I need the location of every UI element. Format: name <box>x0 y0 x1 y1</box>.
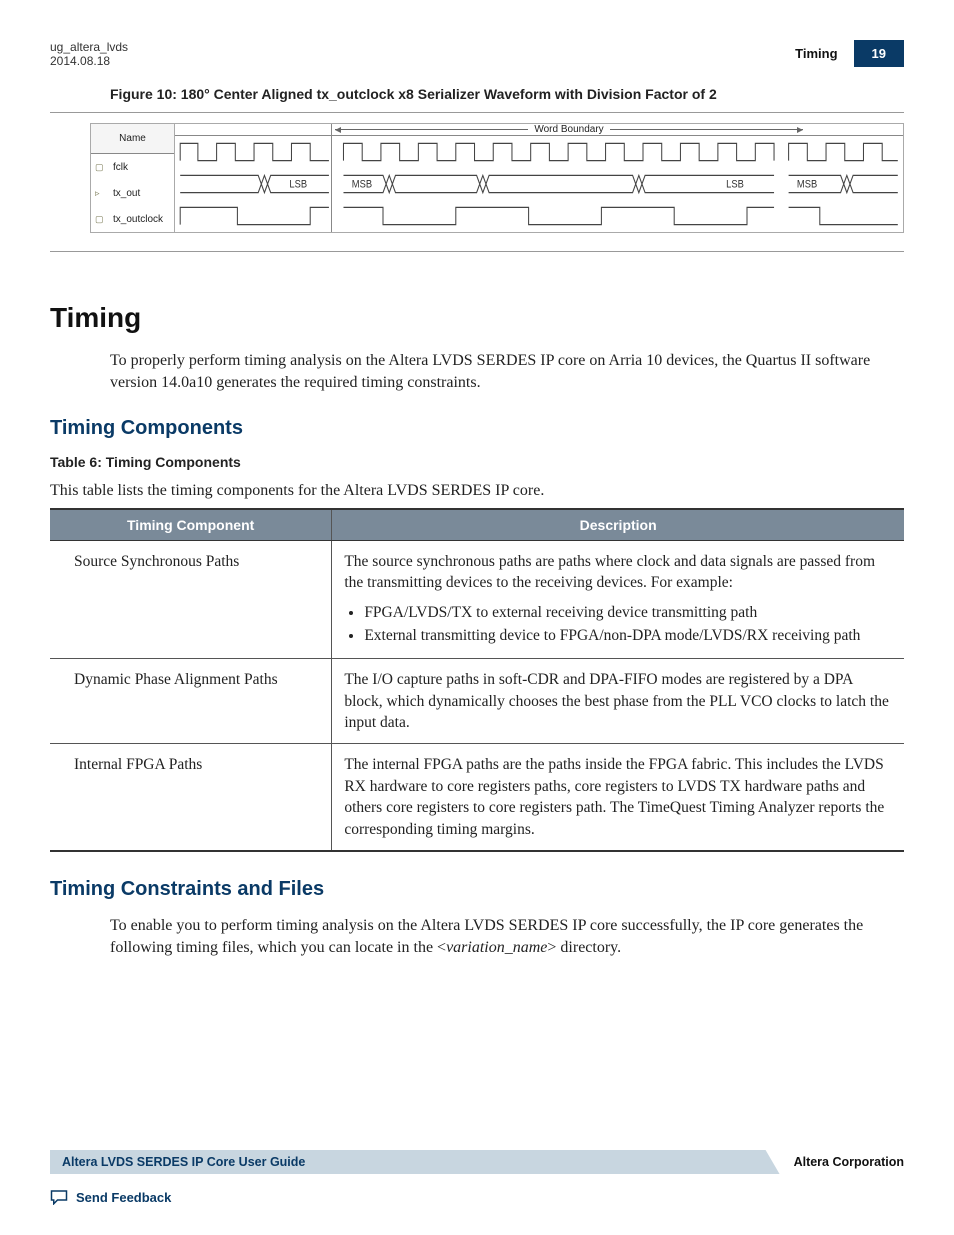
signal-name-txoutclock: ▢tx_outclock <box>91 206 174 232</box>
timing-heading: Timing <box>50 302 904 334</box>
wave-icon: ▢ <box>95 162 104 173</box>
col-description: Description <box>332 509 904 541</box>
svg-text:MSB: MSB <box>797 179 817 191</box>
waveform-txoutclock <box>175 200 903 232</box>
timing-components-heading: Timing Components <box>50 417 904 440</box>
row-name: Internal FPGA Paths <box>50 744 332 851</box>
timing-intro: To properly perform timing analysis on t… <box>110 350 904 395</box>
row-desc: The internal FPGA paths are the paths in… <box>332 744 904 851</box>
waveform-fclk <box>175 136 903 168</box>
word-boundary-label: Word Boundary <box>528 124 609 135</box>
doc-date: 2014.08.18 <box>50 54 128 68</box>
send-feedback-link[interactable]: Send Feedback <box>50 1189 904 1205</box>
constraints-para: To enable you to perform timing analysis… <box>110 915 904 960</box>
list-item: FPGA/LVDS/TX to external receiving devic… <box>364 602 892 623</box>
word-boundary-row: Word Boundary <box>175 124 903 136</box>
doc-id: ug_altera_lvds <box>50 40 128 54</box>
table-row: Internal FPGA Paths The internal FPGA pa… <box>50 744 904 851</box>
waveform-txout: LSB MSB LSB MSB <box>175 168 903 200</box>
row-name: Dynamic Phase Alignment Paths <box>50 659 332 744</box>
row-name: Source Synchronous Paths <box>50 540 332 659</box>
header-right: Timing 19 <box>795 40 904 67</box>
table-row: Source Synchronous Paths The source sync… <box>50 540 904 659</box>
table-row: Dynamic Phase Alignment Paths The I/O ca… <box>50 659 904 744</box>
doc-meta: ug_altera_lvds 2014.08.18 <box>50 40 128 68</box>
wave-icon: ▹ <box>95 188 100 199</box>
svg-text:LSB: LSB <box>726 179 744 191</box>
svg-text:LSB: LSB <box>289 179 307 191</box>
signal-name-txout: ▹tx_out <box>91 180 174 206</box>
signal-name-fclk: ▢fclk <box>91 154 174 180</box>
page-number-badge: 19 <box>854 40 904 67</box>
wave-icon: ▢ <box>95 214 104 225</box>
timing-constraints-heading: Timing Constraints and Files <box>50 878 904 901</box>
table-intro: This table lists the timing components f… <box>50 482 904 500</box>
guide-title: Altera LVDS SERDES IP Core User Guide <box>50 1150 780 1174</box>
page-footer: Altera LVDS SERDES IP Core User Guide Al… <box>50 1149 904 1205</box>
row-desc: The I/O capture paths in soft-CDR and DP… <box>332 659 904 744</box>
col-timing-component: Timing Component <box>50 509 332 541</box>
send-feedback-label: Send Feedback <box>76 1190 171 1205</box>
page-header: ug_altera_lvds 2014.08.18 Timing 19 <box>50 40 904 68</box>
waveform-name-header: Name <box>91 124 174 154</box>
timing-components-table: Timing Component Description Source Sync… <box>50 508 904 852</box>
table-caption: Table 6: Timing Components <box>50 454 904 470</box>
svg-text:MSB: MSB <box>352 179 372 191</box>
section-label: Timing <box>795 46 837 61</box>
corp-name: Altera Corporation <box>770 1155 904 1169</box>
figure-waveform: Name ▢fclk ▹tx_out ▢tx_outclock Word Bou… <box>50 112 904 252</box>
list-item: External transmitting device to FPGA/non… <box>364 625 892 646</box>
row-desc: The source synchronous paths are paths w… <box>332 540 904 659</box>
speech-bubble-icon <box>50 1189 68 1205</box>
figure-caption: Figure 10: 180° Center Aligned tx_outclo… <box>50 86 904 102</box>
